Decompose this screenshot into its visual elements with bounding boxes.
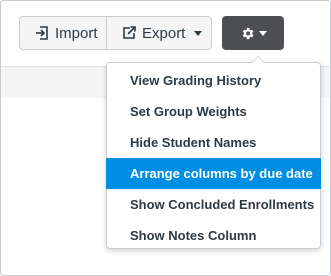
chevron-down-icon bbox=[194, 30, 203, 36]
menu-item-hide-student-names[interactable]: Hide Student Names bbox=[107, 127, 320, 158]
export-label: Export bbox=[142, 24, 186, 42]
menu-item-show-notes-column[interactable]: Show Notes Column bbox=[107, 220, 320, 251]
settings-dropdown-menu: View Grading History Set Group Weights H… bbox=[106, 56, 321, 251]
menu-list: View Grading History Set Group Weights H… bbox=[106, 65, 321, 251]
menu-item-show-concluded-enrollments[interactable]: Show Concluded Enrollments bbox=[107, 189, 320, 220]
gear-icon bbox=[240, 26, 255, 41]
settings-menu-button[interactable] bbox=[222, 16, 284, 50]
import-button[interactable]: Import bbox=[19, 16, 107, 50]
export-icon bbox=[121, 25, 137, 41]
import-icon bbox=[34, 25, 50, 41]
chevron-down-icon bbox=[258, 30, 267, 36]
menu-pointer bbox=[251, 56, 265, 63]
menu-item-view-grading-history[interactable]: View Grading History bbox=[107, 65, 320, 96]
export-button[interactable]: Export bbox=[106, 16, 212, 50]
menu-item-arrange-columns-by-due-date[interactable]: Arrange columns by due date bbox=[106, 158, 321, 189]
import-label: Import bbox=[55, 24, 98, 42]
menu-item-set-group-weights[interactable]: Set Group Weights bbox=[107, 96, 320, 127]
